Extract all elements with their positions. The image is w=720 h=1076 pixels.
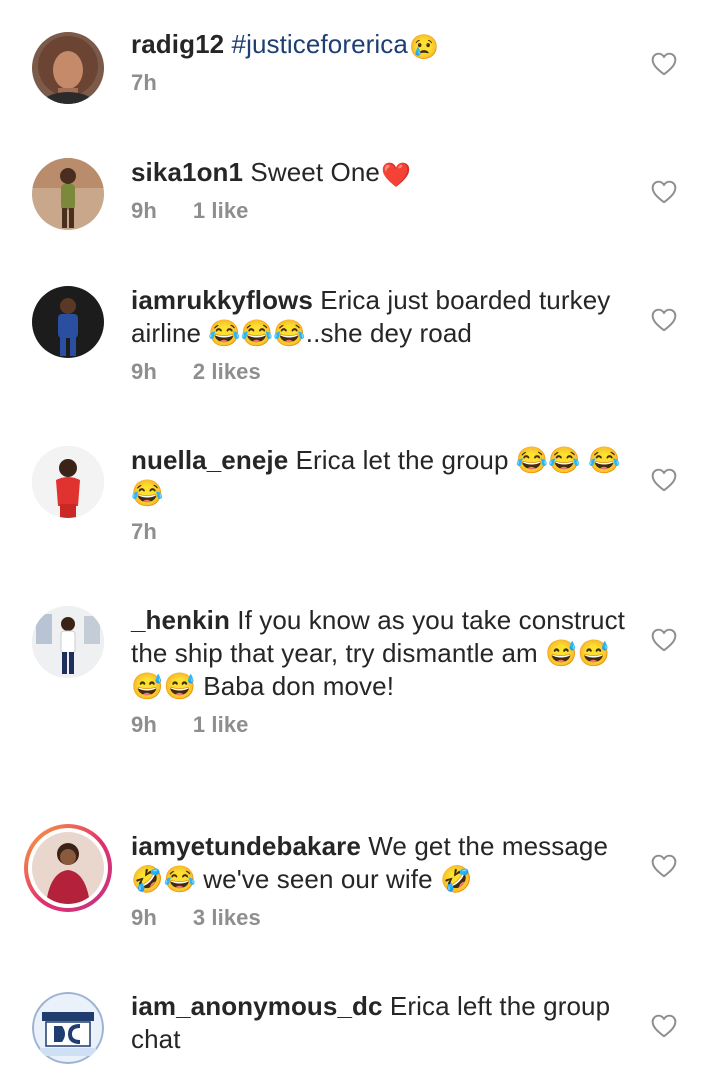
comment-text: sika1on1 Sweet One❤️: [131, 156, 631, 189]
username[interactable]: nuella_eneje: [131, 445, 288, 475]
comment-text: nuella_eneje Erica let the group 😂😂 😂😂: [131, 444, 631, 510]
username[interactable]: iamrukkyflows: [131, 285, 313, 315]
comment-text: iamrukkyflows Erica just boarded turkey …: [131, 284, 631, 350]
timestamp[interactable]: 9h: [131, 905, 157, 930]
comment-emoji: 😢: [408, 34, 439, 61]
comment-meta: 9h 1 like: [131, 198, 631, 224]
username[interactable]: iam_anonymous_dc: [131, 991, 383, 1021]
like-count[interactable]: 3 likes: [193, 905, 261, 930]
like-count[interactable]: 1 like: [193, 198, 249, 223]
comment-meta: 9h 2 likes: [131, 359, 631, 385]
username[interactable]: _henkin: [131, 605, 230, 635]
like-heart-icon[interactable]: [651, 308, 677, 332]
comment-text: iamyetundebakare We get the message 🤣😂 w…: [131, 830, 631, 896]
like-heart-icon[interactable]: [651, 468, 677, 492]
comment-meta: 7h: [131, 519, 631, 545]
like-heart-icon[interactable]: [651, 52, 677, 76]
timestamp[interactable]: 7h: [131, 70, 157, 95]
comment-text: _henkin If you know as you take construc…: [131, 604, 631, 703]
avatar[interactable]: [32, 158, 104, 230]
comments-list: radig12 #justiceforerica😢 7h sika1on1 Sw…: [0, 0, 720, 1076]
comment-body: Sweet One: [250, 157, 380, 187]
comment-text: iam_anonymous_dc Erica left the group ch…: [131, 990, 631, 1056]
comment-meta: 9h 1 like: [131, 712, 631, 738]
avatar[interactable]: [32, 446, 104, 518]
avatar[interactable]: [32, 606, 104, 678]
username[interactable]: radig12: [131, 29, 224, 59]
like-heart-icon[interactable]: [651, 1014, 677, 1038]
hashtag-link[interactable]: #justiceforerica: [232, 29, 408, 59]
timestamp[interactable]: 7h: [131, 519, 157, 544]
username[interactable]: iamyetundebakare: [131, 831, 361, 861]
timestamp[interactable]: 9h: [131, 359, 157, 384]
avatar[interactable]: [32, 286, 104, 358]
comment-text: radig12 #justiceforerica😢: [131, 28, 631, 61]
avatar-story-ring[interactable]: [24, 824, 112, 912]
username[interactable]: sika1on1: [131, 157, 243, 187]
timestamp[interactable]: 9h: [131, 712, 157, 737]
avatar[interactable]: [32, 992, 104, 1064]
avatar[interactable]: [32, 32, 104, 104]
timestamp[interactable]: 9h: [131, 198, 157, 223]
like-count[interactable]: 2 likes: [193, 359, 261, 384]
like-heart-icon[interactable]: [651, 854, 677, 878]
comment-emoji: ❤️: [380, 162, 411, 189]
avatar: [32, 832, 104, 904]
like-heart-icon[interactable]: [651, 628, 677, 652]
like-heart-icon[interactable]: [651, 180, 677, 204]
like-count[interactable]: 1 like: [193, 712, 249, 737]
comment-meta: 7h: [131, 70, 631, 96]
comment-meta: 9h 3 likes: [131, 905, 631, 931]
